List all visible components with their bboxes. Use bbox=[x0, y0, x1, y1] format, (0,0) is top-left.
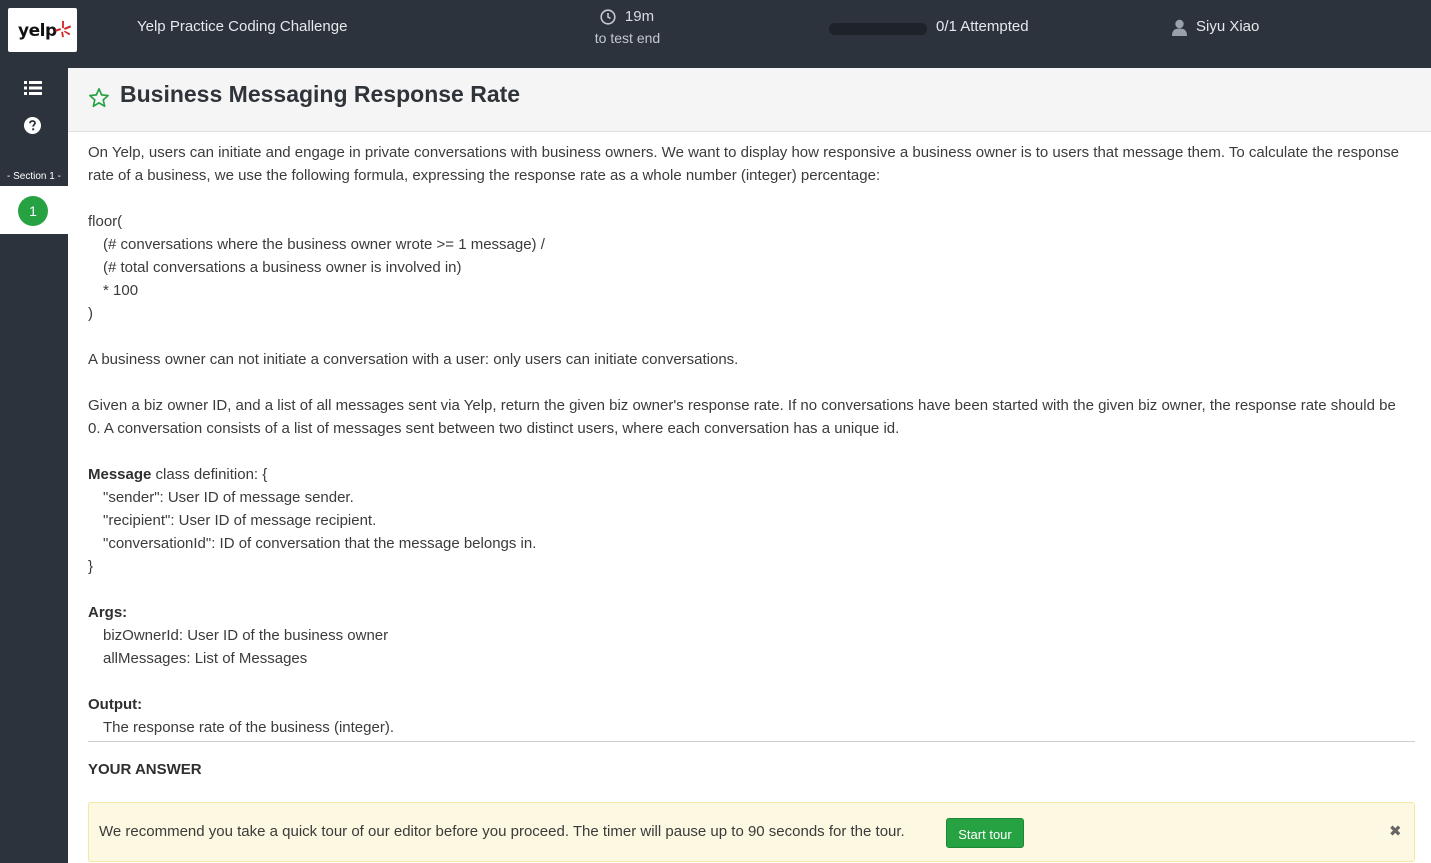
message-class-header: Message class definition: { bbox=[88, 463, 1408, 486]
app-title: Yelp Practice Coding Challenge bbox=[137, 18, 348, 35]
rule-text: A business owner can not initiate a conv… bbox=[88, 351, 739, 368]
formula-close: ) bbox=[88, 305, 93, 322]
task-text: Given a biz owner ID, and a list of all … bbox=[88, 397, 1396, 437]
message-class-header-rest: class definition: { bbox=[151, 466, 268, 483]
timer-value: 19m bbox=[624, 8, 655, 25]
star-icon[interactable] bbox=[88, 87, 110, 109]
timer: 19m to test end bbox=[580, 8, 675, 46]
message-field: "conversationId": ID of conversation tha… bbox=[103, 535, 537, 552]
user-name[interactable]: Siyu Xiao bbox=[1196, 18, 1259, 35]
tour-banner: We recommend you take a quick tour of ou… bbox=[88, 802, 1415, 862]
answer-title: YOUR ANSWER bbox=[88, 761, 202, 778]
timer-label: to test end bbox=[594, 30, 661, 46]
formula-open: floor( bbox=[88, 213, 123, 230]
formula-line: (# conversations where the business owne… bbox=[103, 236, 545, 253]
message-class-name: Message bbox=[88, 466, 152, 483]
message-field: "sender": User ID of message sender. bbox=[103, 489, 354, 506]
attempted-count: 0/1 Attempted bbox=[936, 18, 1029, 35]
divider bbox=[88, 741, 1415, 742]
tour-text: We recommend you take a quick tour of ou… bbox=[99, 823, 905, 840]
intro-text: On Yelp, users can initiate and engage i… bbox=[88, 144, 1400, 184]
section-header: - Section 1 - bbox=[0, 168, 68, 186]
user-icon bbox=[1172, 19, 1187, 36]
top-bar: yelp Yelp Practice Coding Challenge 19m … bbox=[0, 0, 1431, 68]
output-text: The response rate of the business (integ… bbox=[103, 719, 394, 736]
problem-statement: On Yelp, users can initiate and engage i… bbox=[88, 141, 1408, 739]
yelp-logo[interactable]: yelp bbox=[8, 8, 77, 52]
arg-item: allMessages: List of Messages bbox=[103, 650, 308, 667]
start-tour-button[interactable]: Start tour bbox=[946, 818, 1024, 848]
sidebar: - Section 1 - 1 bbox=[0, 68, 68, 863]
yelp-burst-icon bbox=[54, 20, 72, 38]
formula-line: * 100 bbox=[103, 282, 139, 299]
message-field: "recipient": User ID of message recipien… bbox=[103, 512, 377, 529]
formula-line: (# total conversations a business owner … bbox=[103, 259, 462, 276]
section-label: - Section 1 - bbox=[0, 171, 68, 182]
logo-text: yelp bbox=[18, 21, 57, 41]
question-1-button[interactable]: 1 bbox=[18, 196, 48, 226]
close-icon[interactable]: ✖ bbox=[1389, 822, 1402, 840]
arg-item: bizOwnerId: User ID of the business owne… bbox=[103, 627, 389, 644]
section-panel: - Section 1 - 1 bbox=[0, 168, 68, 234]
question-title: Business Messaging Response Rate bbox=[120, 81, 521, 107]
args-label: Args: bbox=[88, 604, 128, 621]
progress-bar bbox=[829, 23, 927, 35]
clock-icon bbox=[600, 9, 616, 25]
help-icon[interactable] bbox=[24, 117, 41, 134]
list-icon[interactable] bbox=[24, 80, 42, 96]
message-class-close: } bbox=[88, 558, 94, 575]
question-header: Business Messaging Response Rate bbox=[68, 68, 1431, 132]
output-label: Output: bbox=[88, 696, 143, 713]
